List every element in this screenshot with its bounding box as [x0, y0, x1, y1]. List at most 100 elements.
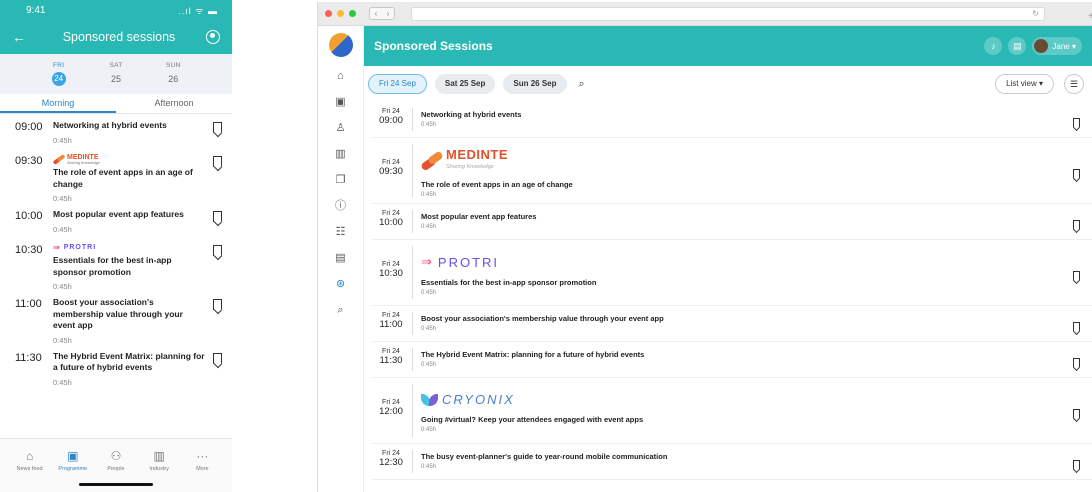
reload-icon[interactable]: ↻: [1032, 9, 1039, 18]
table-row[interactable]: Fri 24 09:00 Networking at hybrid events 0:…: [372, 102, 1092, 138]
web-header: Sponsored Sessions ♪ ▤ Jane ▾: [364, 26, 1092, 66]
session-duration: 0:45h: [421, 427, 437, 433]
info-icon[interactable]: ⓘ: [318, 193, 363, 219]
table-row[interactable]: Fri 24 10:00 Most popular event app featur…: [372, 204, 1092, 240]
more-icon: ···: [196, 449, 209, 463]
bookmark-icon[interactable]: [1073, 169, 1080, 178]
status-bar: 9:41 ..ıl ᯤ ▬: [0, 0, 232, 20]
timeline-divider: [412, 246, 413, 299]
date-weekday: SAT: [109, 62, 123, 69]
bookmark-icon[interactable]: [1073, 220, 1080, 229]
back-arrow-icon[interactable]: ←: [12, 29, 32, 45]
date-chip[interactable]: Sun 26 Sep: [503, 74, 567, 94]
session-body: The Hybrid Event Matrix: planning for a …: [53, 351, 213, 387]
filter-bar: Fri 24 Sep Sat 25 Sep Sun 26 Sep ⌕ List vi…: [364, 66, 1092, 102]
new-tab-icon[interactable]: +: [1088, 11, 1092, 22]
session-title: The busy event-planner's guide to year-r…: [421, 452, 668, 461]
documents-icon[interactable]: ❐: [318, 167, 363, 193]
chat-icon[interactable]: ▤: [1008, 37, 1027, 55]
medinte-logo: MEDINTE Sharing Knowledge: [421, 148, 1092, 174]
programme-icon: ▣: [67, 449, 79, 463]
mobile-session-list: 09:00 Networking at hybrid events 0:45h 09:…: [0, 114, 232, 387]
session-when: Fri 24 10:30: [372, 240, 410, 305]
mobile-app-screen: 9:41 ..ıl ᯤ ▬ ← Sponsored sessions FRI 24…: [0, 0, 232, 492]
search-icon[interactable]: ⌕: [579, 78, 585, 91]
close-window-button[interactable]: [325, 10, 332, 17]
session-time: 10:00: [15, 210, 43, 222]
tab-morning[interactable]: Morning: [0, 94, 116, 113]
session-title: The role of event apps in an age of chan…: [53, 167, 193, 189]
date-option-fri[interactable]: FRI 24: [39, 62, 79, 86]
protri-logo: ⇒ PROTRI: [421, 254, 1092, 270]
chevron-down-icon: ▾: [1069, 41, 1076, 51]
table-row[interactable]: Fri 24 10:30 ⇒ PROTRI Essentials for the bes…: [372, 240, 1092, 306]
session-when: Fri 24 11:00: [372, 306, 410, 341]
list-item[interactable]: 09:00 Networking at hybrid events 0:45h: [15, 114, 222, 148]
bookmark-icon[interactable]: [213, 122, 222, 133]
bookmark-icon[interactable]: [1073, 271, 1080, 280]
browser-back-icon[interactable]: ‹: [370, 8, 382, 19]
bookmark-icon[interactable]: [1073, 358, 1080, 367]
bookmark-icon[interactable]: [213, 299, 222, 310]
bookmark-icon[interactable]: [1073, 322, 1080, 331]
table-row[interactable]: Fri 24 11:00 Boost your association's memb…: [372, 306, 1092, 342]
table-row[interactable]: Fri 24 09:30 MEDINTE Sharing Knowledge The r…: [372, 138, 1092, 204]
address-bar[interactable]: ↻: [411, 6, 1045, 21]
date-chip[interactable]: Fri 24 Sep: [368, 74, 427, 94]
list-item[interactable]: 10:00 Most popular event app features 0:45…: [15, 203, 222, 237]
tabbar-label: More: [196, 466, 209, 472]
sponsor-icon[interactable]: ⊛: [318, 271, 363, 297]
bookmark-icon[interactable]: [1073, 409, 1080, 418]
session-time: 11:30: [379, 355, 403, 366]
tabbar-more[interactable]: ··· More: [182, 449, 222, 472]
list-item[interactable]: 11:30 The Hybrid Event Matrix: planning f…: [15, 345, 222, 387]
bookmark-icon[interactable]: [213, 245, 222, 256]
session-time: 09:30: [15, 155, 43, 167]
tabbar-people[interactable]: ⚇ People: [96, 449, 136, 472]
date-day: 25: [110, 74, 121, 84]
user-menu[interactable]: Jane ▾: [1032, 37, 1082, 55]
session-time: 12:30: [379, 457, 403, 468]
search-icon[interactable]: ⌕: [318, 297, 363, 323]
minimize-window-button[interactable]: [337, 10, 344, 17]
protri-arrow-icon: ⇒: [421, 254, 432, 269]
home-icon[interactable]: ⌂: [318, 63, 363, 89]
view-selector[interactable]: List view ▾: [995, 74, 1054, 94]
session-content: Most popular event app features 0:45h: [419, 204, 1092, 239]
bookmark-icon[interactable]: [1073, 460, 1080, 469]
tabbar-industry[interactable]: ▥ Industry: [139, 449, 179, 472]
protri-name: PROTRI: [63, 244, 97, 251]
calendar-icon[interactable]: ▣: [318, 89, 363, 115]
bookmark-icon[interactable]: [213, 211, 222, 222]
table-row[interactable]: Fri 24 11:30 The Hybrid Event Matrix: plan…: [372, 342, 1092, 378]
list-item[interactable]: 11:00 Boost your association's membership…: [15, 291, 222, 345]
tabbar-news-feed[interactable]: ⌂ News feed: [10, 449, 50, 472]
notification-bell-icon[interactable]: ♪: [984, 37, 1003, 55]
avatar: [1034, 39, 1049, 53]
date-option-sun[interactable]: SUN 26: [153, 62, 193, 86]
list-item[interactable]: 10:30 ⇒ PROTRI Essentials for the best in-a…: [15, 237, 222, 291]
date-chip[interactable]: Sat 25 Sep: [434, 74, 496, 94]
session-day: Fri 24: [382, 348, 400, 355]
tabbar-programme[interactable]: ▣ Programme: [53, 449, 93, 472]
table-row[interactable]: Fri 24 12:00 CRYONIX Going #virtual? Keep y…: [372, 378, 1092, 444]
bookmark-icon[interactable]: [1073, 118, 1080, 127]
filter-settings-icon[interactable]: ☰: [1064, 74, 1084, 94]
session-when: Fri 24 09:30: [372, 138, 410, 203]
table-row[interactable]: Fri 24 12:30 The busy event-planner's guid…: [372, 444, 1092, 480]
account-icon[interactable]: [206, 30, 220, 44]
bookmark-icon[interactable]: [213, 352, 222, 364]
bookmark-icon[interactable]: [213, 156, 222, 167]
agenda-icon[interactable]: ☷: [318, 219, 363, 245]
browser-forward-icon[interactable]: ›: [382, 8, 394, 19]
map-icon[interactable]: ▤: [318, 245, 363, 271]
building-icon[interactable]: ▥: [318, 141, 363, 167]
day-part-tabs: Morning Afternoon: [0, 94, 232, 114]
event-logo[interactable]: [328, 33, 353, 57]
list-item[interactable]: 09:30 MEDINTE Sharing Knowledge The role of…: [15, 148, 222, 203]
date-option-sat[interactable]: SAT 25: [96, 62, 136, 86]
maximize-window-button[interactable]: [349, 10, 356, 17]
session-day: Fri 24: [382, 399, 400, 406]
tab-afternoon[interactable]: Afternoon: [116, 94, 232, 113]
people-icon[interactable]: ♙: [318, 115, 363, 141]
